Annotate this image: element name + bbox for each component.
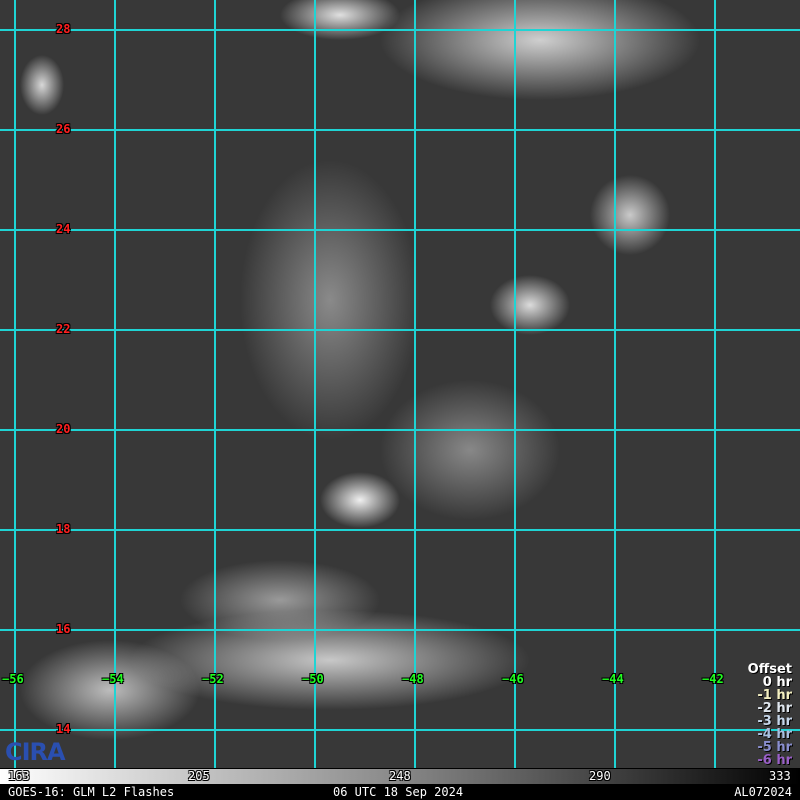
- longitude-label: −50: [302, 672, 324, 686]
- longitude-line: [714, 0, 716, 768]
- timestamp: 06 UTC 18 Sep 2024: [333, 785, 464, 799]
- longitude-label: −52: [202, 672, 224, 686]
- latitude-label: 18: [56, 522, 71, 536]
- latitude-line: [0, 429, 800, 431]
- colorbar-tick: 248: [389, 769, 411, 783]
- longitude-line: [214, 0, 216, 768]
- satellite-imagery: [0, 0, 800, 768]
- latitude-line: [0, 129, 800, 131]
- storm-id: AL072024: [734, 785, 792, 799]
- latitude-line: [0, 229, 800, 231]
- longitude-line: [614, 0, 616, 768]
- longitude-label: −54: [102, 672, 124, 686]
- longitude-line: [314, 0, 316, 768]
- cira-logo: CIRA: [5, 738, 66, 766]
- latitude-line: [0, 29, 800, 31]
- longitude-line: [414, 0, 416, 768]
- latitude-label: 20: [56, 422, 71, 436]
- latitude-label: 22: [56, 322, 71, 336]
- latitude-label: 14: [56, 722, 71, 736]
- longitude-label: −44: [602, 672, 624, 686]
- colorbar-tick: 205: [188, 769, 210, 783]
- longitude-line: [114, 0, 116, 768]
- longitude-label: −48: [402, 672, 424, 686]
- product-label: GOES-16: GLM L2 Flashes: [8, 785, 175, 799]
- longitude-line: [514, 0, 516, 768]
- latitude-line: [0, 629, 800, 631]
- offset-legend: Offset 0 hr -1 hr -2 hr -3 hr -4 hr -5 hr -6 h…: [748, 663, 792, 767]
- footer-bar: GOES-16: GLM L2 Flashes 06 UTC 18 Sep 20…: [0, 784, 800, 800]
- colorbar-tick: 163: [8, 769, 30, 783]
- longitude-label: −56: [2, 672, 24, 686]
- latitude-line: [0, 329, 800, 331]
- colorbar: 163 205 248 290 333: [0, 768, 800, 785]
- satellite-map: 28 −56 26 −54 24 −52 22 −50 20 −48 18 −46 16 −44 14 −42…: [0, 0, 800, 800]
- latitude-line: [0, 529, 800, 531]
- latitude-label: 24: [56, 222, 71, 236]
- legend-item: -6 hr: [757, 753, 792, 768]
- latitude-line: [0, 729, 800, 731]
- latitude-label: 28: [56, 22, 71, 36]
- colorbar-tick: 290: [589, 769, 611, 783]
- colorbar-tick: 333: [769, 769, 791, 783]
- latitude-label: 26: [56, 122, 71, 136]
- longitude-line: [14, 0, 16, 768]
- longitude-label: −46: [502, 672, 524, 686]
- longitude-label: −42: [702, 672, 724, 686]
- latitude-label: 16: [56, 622, 71, 636]
